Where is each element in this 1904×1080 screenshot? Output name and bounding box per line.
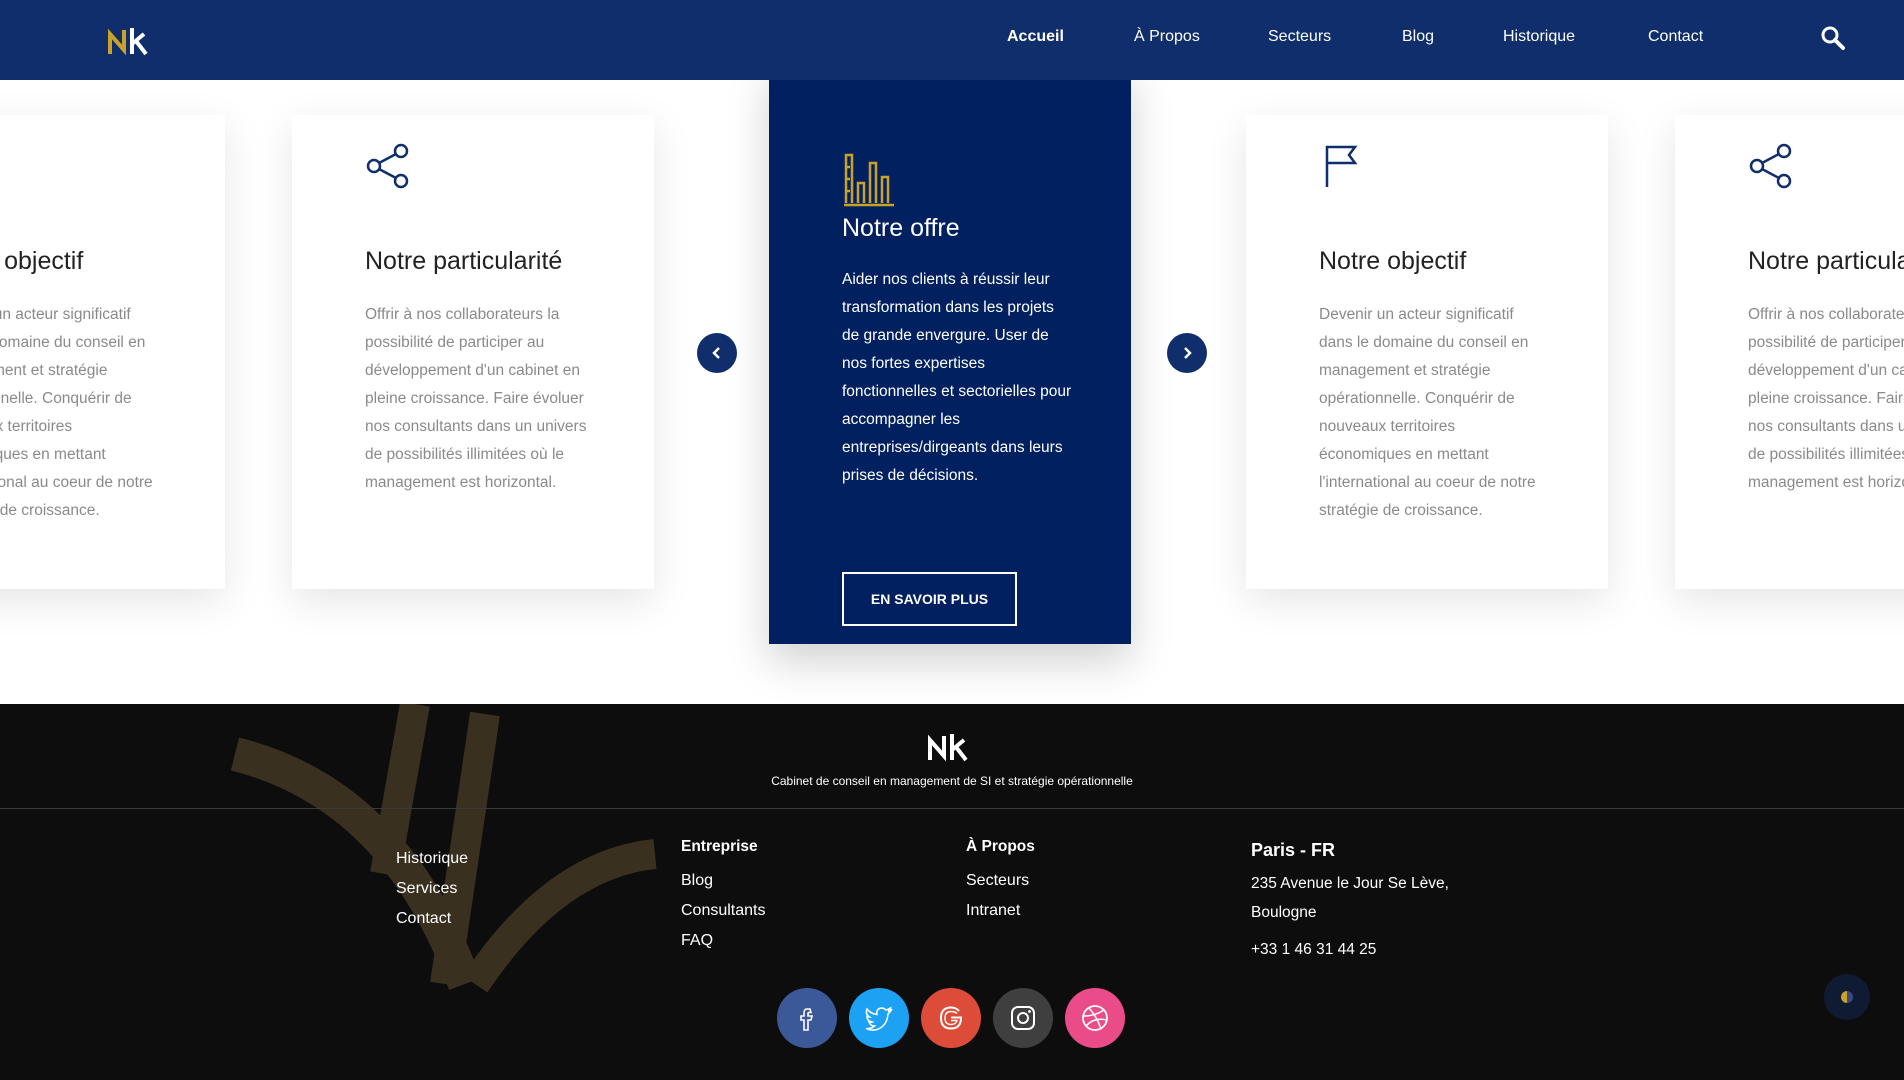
nav-secteurs[interactable]: Secteurs (1268, 28, 1331, 46)
nav-a-propos[interactable]: À Propos (1134, 28, 1200, 46)
carousel-prev-button[interactable] (697, 333, 737, 373)
card-objectif-partial: Notre objectif Devenir un acteur signifi… (0, 115, 225, 589)
chevron-left-icon (712, 347, 720, 359)
google-button[interactable] (921, 988, 981, 1048)
card-objectif: Notre objectif Devenir un acteur signifi… (1246, 115, 1608, 589)
site-footer: Cabinet de conseil en management de SI e… (0, 704, 1904, 1080)
footer-tagline: Cabinet de conseil en management de SI e… (771, 774, 1133, 788)
card-text: Devenir un acteur significatif dans le d… (0, 306, 153, 519)
half-circle-icon (1841, 991, 1853, 1003)
nk-logo[interactable] (928, 732, 974, 762)
card-particularite-partial: Notre particularité Offrir à nos collabo… (1675, 115, 1904, 589)
card-particularite: Notre particularité Offrir à nos collabo… (292, 115, 654, 589)
card-text: Offrir à nos collaborateurs la possibili… (365, 306, 587, 491)
card-text: Aider nos clients à réussir leur transfo… (842, 271, 1072, 484)
footer-link-historique[interactable]: Historique (396, 844, 468, 874)
instagram-icon (1011, 1006, 1035, 1030)
address-city: Paris - FR (1251, 840, 1336, 860)
footer-heading-apropos: À Propos (966, 838, 1035, 855)
learn-more-button[interactable]: EN SAVOIR PLUS (842, 572, 1017, 626)
card-text: Devenir un acteur significatif dans le d… (1319, 306, 1536, 519)
footer-link-faq[interactable]: FAQ (681, 926, 766, 956)
dribbble-icon (1082, 1005, 1108, 1031)
instagram-button[interactable] (993, 988, 1053, 1048)
footer-col-main: Historique Services Contact (396, 844, 468, 934)
twitter-icon (865, 1006, 893, 1031)
footer-link-contact[interactable]: Contact (396, 904, 468, 934)
flag-icon (1325, 145, 1358, 187)
footer-address: Paris - FR 235 Avenue le Jour Se Lève, B… (1251, 840, 1449, 959)
carousel-next-button[interactable] (1167, 333, 1207, 373)
search-icon[interactable] (1820, 25, 1846, 51)
facebook-button[interactable] (777, 988, 837, 1048)
footer-heading-entreprise: Entreprise (681, 838, 758, 855)
share-icon (366, 143, 409, 189)
card-offre-featured: Notre offre Aider nos clients à réussir … (769, 80, 1131, 644)
footer-col-entreprise: Entreprise Blog Consultants FAQ (681, 838, 766, 956)
card-title: Notre particularité (365, 247, 563, 275)
nk-logo[interactable] (108, 26, 160, 56)
google-icon (939, 1006, 963, 1030)
dribbble-button[interactable] (1065, 988, 1125, 1048)
theme-toggle-button[interactable] (1824, 974, 1870, 1020)
footer-link-intranet[interactable]: Intranet (966, 896, 1035, 926)
bar-chart-icon (844, 153, 894, 207)
social-links (777, 988, 1125, 1048)
values-carousel: Notre objectif Devenir un acteur signifi… (0, 80, 1904, 704)
chevron-right-icon (1184, 347, 1192, 359)
footer-link-blog[interactable]: Blog (681, 866, 766, 896)
nav-blog[interactable]: Blog (1402, 28, 1434, 46)
footer-link-consultants[interactable]: Consultants (681, 896, 766, 926)
address-line1: 235 Avenue le Jour Se Lève, (1251, 875, 1449, 892)
card-title: Notre objectif (0, 247, 84, 275)
card-title: Notre particularité (1748, 247, 1904, 275)
nav-accueil[interactable]: Accueil (1007, 28, 1064, 46)
address-line2: Boulogne (1251, 904, 1317, 921)
card-title: Notre objectif (1319, 247, 1467, 275)
nav-historique[interactable]: Historique (1503, 28, 1575, 46)
address-phone[interactable]: +33 1 46 31 44 25 (1251, 941, 1449, 959)
share-icon (1749, 143, 1792, 189)
facebook-icon (800, 1008, 814, 1031)
footer-divider (0, 808, 1904, 809)
card-text: Offrir à nos collaborateurs la possibili… (1748, 306, 1904, 491)
card-title: Notre offre (842, 214, 960, 242)
site-header: Accueil À Propos Secteurs Blog Historiqu… (0, 0, 1904, 80)
nav-contact[interactable]: Contact (1648, 28, 1703, 46)
twitter-button[interactable] (849, 988, 909, 1048)
footer-link-secteurs[interactable]: Secteurs (966, 866, 1035, 896)
footer-col-apropos: À Propos Secteurs Intranet (966, 838, 1035, 926)
footer-link-services[interactable]: Services (396, 874, 468, 904)
